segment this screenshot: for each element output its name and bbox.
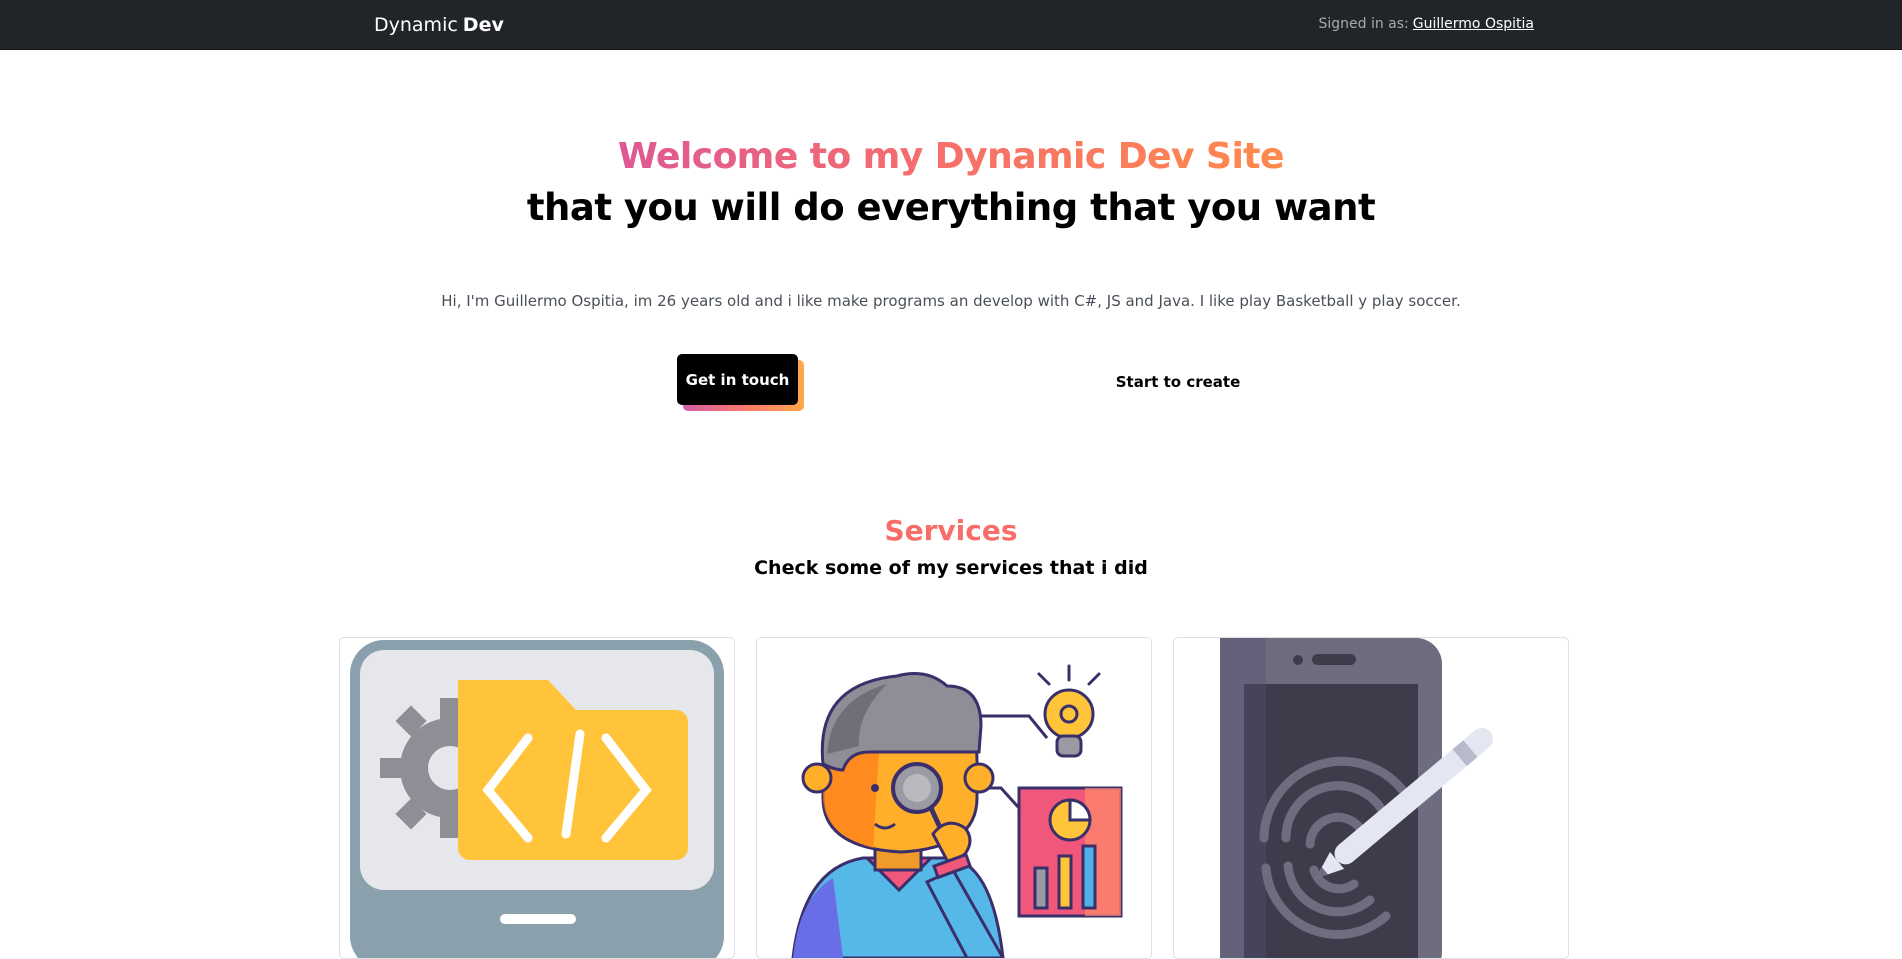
- navbar: Dynamic Dev Signed in as: Guillermo Ospiti…: [0, 0, 1902, 50]
- code-folder-monitor-icon: [350, 640, 724, 958]
- brand-bold: Dev: [462, 14, 504, 36]
- phone-fingerprint-pen-icon: [1220, 638, 1493, 958]
- user-name-link[interactable]: Guillermo Ospitia: [1413, 16, 1534, 32]
- analyst-person-icon: [791, 664, 1123, 958]
- hero-paragraph: Hi, I'm Guillermo Ospitia, im 26 years o…: [441, 292, 1461, 310]
- services-subtitle: Check some of my services that i did: [754, 557, 1148, 579]
- hero-subtitle: that you will do everything that you wan…: [526, 186, 1376, 229]
- services-title: Services: [0, 514, 1902, 547]
- service-card-analysis[interactable]: [756, 637, 1152, 959]
- get-in-touch-wrapper: Get in touch: [677, 354, 804, 411]
- brand-prefix: Dynamic: [374, 14, 458, 36]
- hero-title-text: Welcome to my Dynamic Dev Site: [618, 136, 1284, 177]
- signed-in-text: Signed in as: Guillermo Ospitia: [1318, 16, 1534, 32]
- start-to-create-button[interactable]: Start to create: [1098, 364, 1258, 400]
- get-in-touch-button[interactable]: Get in touch: [677, 354, 798, 405]
- hero-title: Welcome to my Dynamic Dev Site: [0, 136, 1902, 177]
- service-card-code[interactable]: [339, 637, 735, 959]
- service-card-mobile[interactable]: [1173, 637, 1569, 959]
- brand-link[interactable]: Dynamic Dev: [374, 14, 504, 36]
- signed-in-label: Signed in as:: [1318, 16, 1409, 32]
